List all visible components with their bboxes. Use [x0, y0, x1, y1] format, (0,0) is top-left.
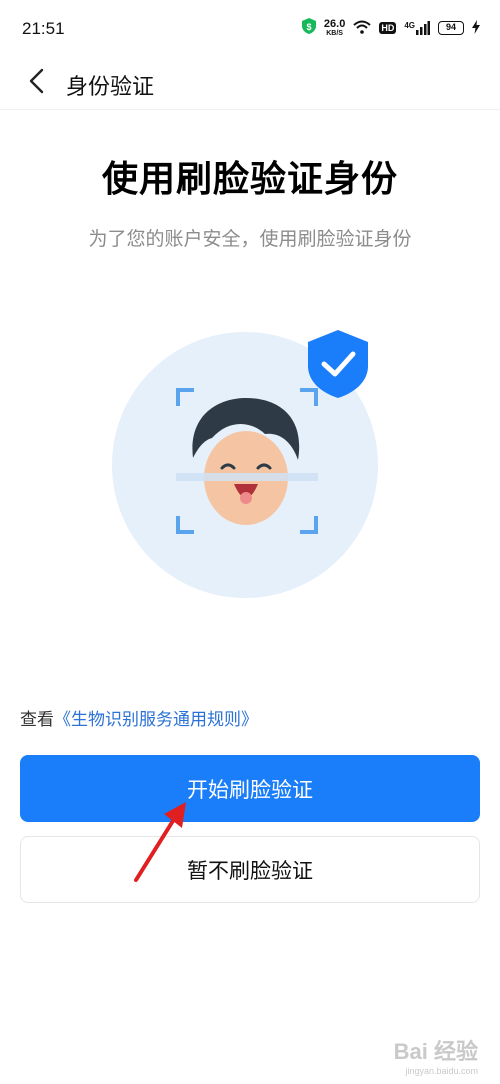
back-button[interactable]	[18, 64, 54, 102]
network-label: 4G	[404, 21, 415, 30]
status-icons: $ 26.0 KB/S HD 4G 94	[301, 18, 480, 38]
main-subheading: 为了您的账户安全，使用刷脸验证身份	[88, 228, 412, 250]
biometric-rules-link[interactable]: 《生物识别服务通用规则》	[54, 710, 258, 730]
status-bar: 21:51 $ 26.0 KB/S HD 4G 94	[0, 0, 500, 56]
terms-row: 查看《生物识别服务通用规则》	[20, 705, 258, 730]
watermark-sub: jingyan.baidu.com	[405, 1066, 478, 1076]
shield-icon: $	[301, 18, 316, 38]
skip-face-verification-button[interactable]: 暂不刷脸验证	[20, 836, 480, 903]
net-speed-unit: KB/S	[326, 30, 343, 37]
scan-line	[176, 473, 318, 481]
start-face-verification-button[interactable]: 开始刷脸验证	[20, 755, 480, 822]
page-title: 身份验证	[66, 75, 155, 100]
charging-icon	[472, 19, 480, 38]
battery-icon: 94	[438, 21, 464, 35]
watermark-logo: Bai 经验 jingyan.baidu.com	[394, 1034, 478, 1076]
terms-prefix: 查看	[20, 710, 54, 730]
status-time: 21:51	[22, 19, 65, 38]
skip-face-verification-label: 暂不刷脸验证	[187, 858, 313, 883]
hd-badge: HD	[379, 22, 397, 34]
watermark-main: Bai 经验	[393, 1039, 478, 1064]
face-verification-illustration	[100, 320, 400, 610]
start-face-verification-label: 开始刷脸验证	[187, 777, 313, 802]
svg-text:$: $	[306, 22, 311, 32]
chevron-left-icon	[28, 68, 44, 98]
net-speed: 26.0 KB/S	[323, 18, 346, 38]
nav-bar: 身份验证	[0, 56, 500, 110]
red-arrow-annotation	[134, 802, 186, 882]
wifi-icon	[353, 19, 371, 38]
net-speed-value: 26.0	[323, 18, 346, 30]
main-heading: 使用刷脸验证身份	[101, 159, 398, 200]
signal-icon: 4G	[404, 21, 430, 35]
